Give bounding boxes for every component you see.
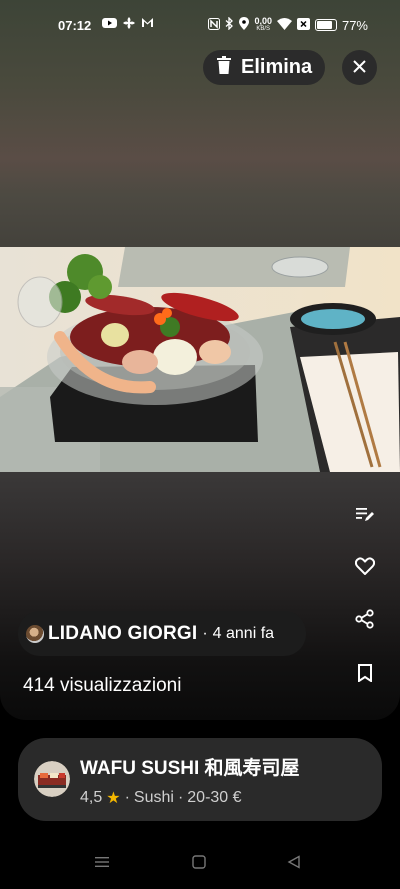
system-nav-bar: [0, 845, 400, 885]
location-icon: [239, 17, 250, 33]
author-chip[interactable]: LIDANO GIORGI · 4 anni fa: [18, 611, 306, 656]
network-speed: 0,00: [254, 16, 272, 26]
share-button[interactable]: [345, 605, 385, 637]
battery-icon: [314, 19, 337, 31]
fan-icon: [123, 17, 135, 32]
heart-icon: [354, 556, 376, 580]
back-triangle-icon[interactable]: [287, 855, 301, 874]
author-time-ago: 4 anni fa: [212, 624, 275, 642]
youtube-icon: [102, 17, 117, 32]
place-price: 20-30 €: [187, 789, 242, 806]
meta-separator-2: ·: [177, 789, 184, 806]
avatar: [26, 624, 44, 643]
star-icon: ★: [106, 790, 121, 807]
like-button[interactable]: [345, 552, 385, 584]
gmail-icon: [141, 17, 154, 32]
place-category: Sushi: [133, 789, 174, 806]
place-card[interactable]: WAFU SUSHI 和風寿司屋 4,5 ★ · Sushi · 20-30 €: [18, 738, 382, 821]
bookmark-button[interactable]: [345, 659, 385, 691]
wifi-icon: [276, 17, 292, 33]
place-rating: 4,5: [80, 789, 103, 806]
status-bar: 07:12 0,00 KB/S 77%: [0, 0, 400, 52]
view-count: 414 visualizzazioni: [23, 675, 182, 696]
meta-separator-1: ·: [124, 789, 130, 806]
trash-icon: [217, 55, 231, 80]
close-icon: [353, 56, 366, 79]
place-thumbnail: [34, 761, 70, 797]
bookmark-icon: [357, 663, 373, 687]
close-button[interactable]: [342, 50, 377, 85]
edit-caption-icon: [355, 505, 375, 528]
share-icon: [355, 608, 375, 634]
home-square-icon[interactable]: [192, 855, 206, 874]
x-box-icon: [296, 17, 310, 33]
network-unit: KB/S: [256, 26, 271, 32]
battery-percent: 77%: [341, 17, 368, 33]
edit-caption-button[interactable]: [345, 500, 385, 532]
status-time: 07:12: [58, 18, 92, 33]
author-separator: ·: [202, 624, 208, 642]
bluetooth-icon: [225, 16, 234, 33]
food-photo[interactable]: [0, 247, 400, 472]
place-meta: 4,5 ★ · Sushi · 20-30 €: [80, 788, 242, 808]
delete-button[interactable]: Elimina: [203, 50, 325, 85]
nfc-icon: [208, 17, 221, 33]
delete-label: Elimina: [241, 56, 313, 78]
photo-viewer: 07:12 0,00 KB/S 77% Elimina LIDANO GIORG…: [0, 0, 400, 720]
author-name: LIDANO GIORGI: [48, 622, 198, 644]
menu-icon[interactable]: [95, 855, 109, 874]
place-name: WAFU SUSHI 和風寿司屋: [80, 758, 300, 779]
